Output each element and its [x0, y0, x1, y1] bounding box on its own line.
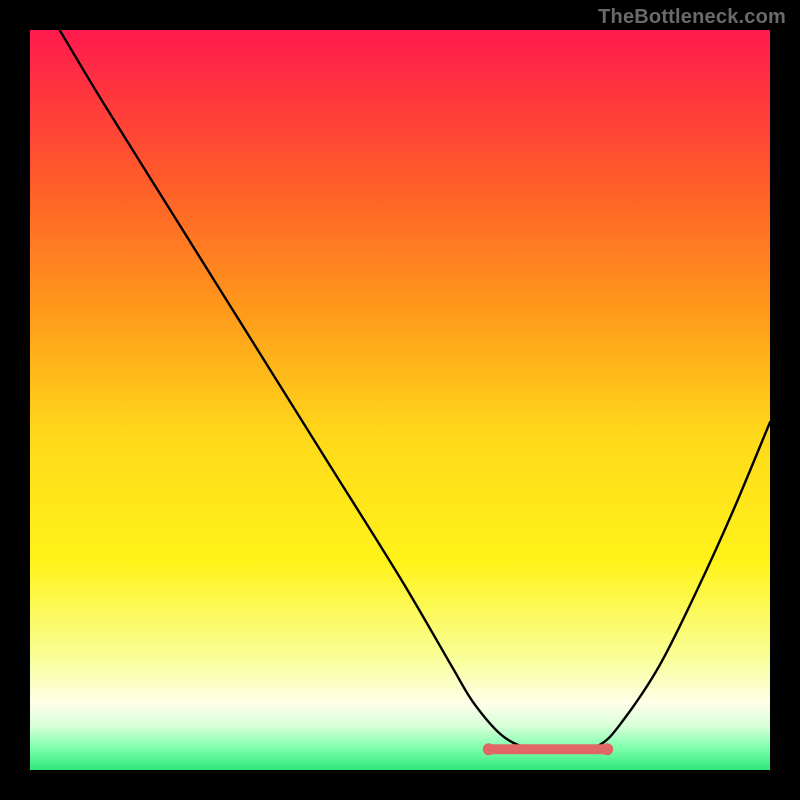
plot-area [30, 30, 770, 770]
chart-frame: TheBottleneck.com [0, 0, 800, 800]
optimal-range-end-dot [601, 743, 613, 755]
bottleneck-curve [60, 30, 770, 752]
optimal-range-bar [489, 744, 607, 754]
curve-layer [30, 30, 770, 770]
attribution-label: TheBottleneck.com [598, 6, 786, 29]
optimal-range-markers [483, 743, 613, 755]
optimal-range-start-dot [483, 743, 495, 755]
